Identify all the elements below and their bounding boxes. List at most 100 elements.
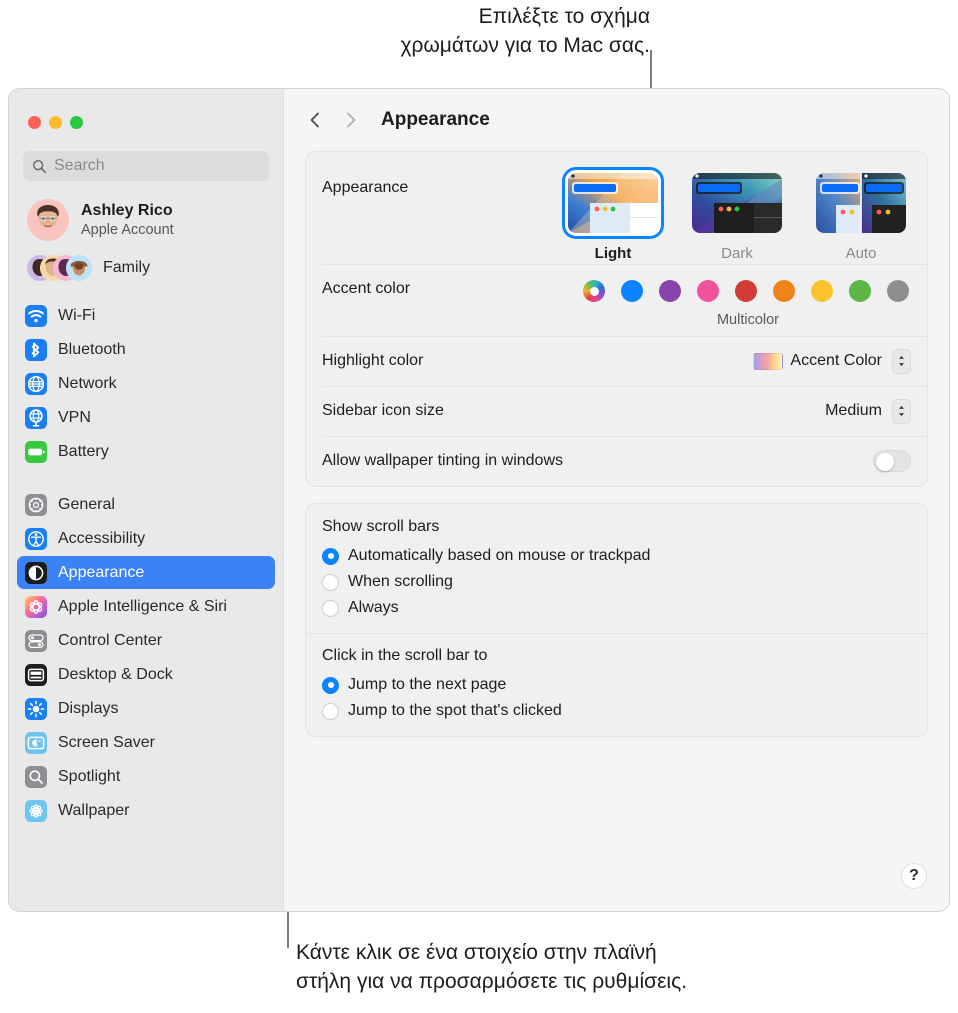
sidebar-item-wifi[interactable]: Wi-Fi xyxy=(17,299,275,332)
radio-label: Automatically based on mouse or trackpad xyxy=(348,547,651,564)
toggle-knob xyxy=(876,452,894,471)
sidebar-item-wallpaper[interactable]: Wallpaper xyxy=(17,794,275,827)
family-label: Family xyxy=(103,259,151,276)
radio-option-jump-to-spot[interactable]: Jump to the spot that's clicked xyxy=(322,698,911,724)
accent-color-row: Accent color Multicolor xyxy=(306,264,927,336)
radio-button[interactable] xyxy=(322,599,339,617)
search-input[interactable]: Search xyxy=(23,151,269,181)
accent-swatch-red[interactable] xyxy=(735,280,757,302)
apple-intelligence-icon xyxy=(25,595,47,618)
radio-button[interactable] xyxy=(322,573,339,591)
account-subtitle: Apple Account xyxy=(81,221,174,238)
radio-option-always[interactable]: Always xyxy=(322,595,911,621)
accent-swatch-pink[interactable] xyxy=(697,280,719,302)
sidebar-item-label: Wi-Fi xyxy=(58,306,96,324)
sidebar-item-bluetooth[interactable]: Bluetooth xyxy=(17,333,275,366)
sidebar-item-control-center[interactable]: Control Center xyxy=(17,624,275,657)
radio-button[interactable] xyxy=(322,547,339,565)
radio-option-when-scrolling[interactable]: When scrolling xyxy=(322,569,911,595)
theme-option-label: Light xyxy=(594,245,632,262)
brightness-icon xyxy=(25,697,47,720)
family-memoji-stack-icon xyxy=(27,253,93,283)
sidebar-item-spotlight[interactable]: Spotlight xyxy=(17,760,275,793)
chevron-updown-icon[interactable] xyxy=(892,348,911,374)
theme-option-dark[interactable]: Dark xyxy=(689,170,785,262)
bluetooth-icon xyxy=(25,338,47,361)
sidebar-item-network[interactable]: Network xyxy=(17,367,275,400)
accent-color-label: Accent color xyxy=(322,280,411,297)
toolbar: Appearance xyxy=(284,89,949,151)
sidebar-item-label: VPN xyxy=(58,408,91,426)
radio-label: Jump to the spot that's clicked xyxy=(348,702,562,719)
wallpaper-tinting-toggle[interactable] xyxy=(873,450,911,472)
sidebar-item-battery[interactable]: Battery xyxy=(17,435,275,468)
sidebar-item-label: Appearance xyxy=(58,563,145,581)
highlight-color-popup[interactable]: Accent Color xyxy=(753,348,911,374)
radio-button[interactable] xyxy=(322,676,339,694)
sidebar-item-screen-saver[interactable]: Screen Saver xyxy=(17,726,275,759)
radio-label: Always xyxy=(348,599,399,616)
wifi-icon xyxy=(25,304,47,327)
callout-text-top: Επιλέξτε το σχήμα χρωμάτων για το Mac σα… xyxy=(400,5,650,57)
chevron-updown-icon[interactable] xyxy=(892,398,911,424)
appearance-contrast-icon xyxy=(25,561,47,584)
accent-swatch-yellow[interactable] xyxy=(811,280,833,302)
theme-option-label: Dark xyxy=(721,245,753,262)
network-globe-icon xyxy=(25,372,47,395)
avatar xyxy=(27,199,69,241)
sidebar-item-apple-intelligence-siri[interactable]: Apple Intelligence & Siri xyxy=(17,590,275,623)
content-pane: Appearance Appearance Light Dark Auto Ac… xyxy=(284,89,949,911)
radio-button[interactable] xyxy=(322,702,339,720)
vpn-globe-icon xyxy=(25,406,47,429)
sidebar-icon-size-row: Sidebar icon size Medium xyxy=(306,386,927,436)
sidebar-item-displays[interactable]: Displays xyxy=(17,692,275,725)
minimize-button[interactable] xyxy=(49,116,62,129)
accent-swatch-multicolor[interactable] xyxy=(583,280,605,302)
appearance-label: Appearance xyxy=(322,179,409,196)
show-scroll-bars-title: Show scroll bars xyxy=(322,518,440,535)
scroll-bar-click-title: Click in the scroll bar to xyxy=(322,647,488,664)
desktop-dock-icon xyxy=(25,663,47,686)
sidebar-item-label: Network xyxy=(58,374,117,392)
sidebar-item-general[interactable]: General xyxy=(17,488,275,521)
dark-theme-thumbnail xyxy=(692,173,782,233)
sidebar-item-label: Displays xyxy=(58,699,119,717)
accent-swatch-purple[interactable] xyxy=(659,280,681,302)
radio-option-jump-next-page[interactable]: Jump to the next page xyxy=(322,672,911,698)
sidebar-icon-size-popup[interactable]: Medium xyxy=(825,398,911,424)
sidebar-item-appearance[interactable]: Appearance xyxy=(17,556,275,589)
scroll-bar-click-section: Click in the scroll bar to Jump to the n… xyxy=(306,633,927,736)
search-icon xyxy=(32,159,47,174)
control-center-icon xyxy=(25,629,47,652)
radio-option-auto-scrollbar[interactable]: Automatically based on mouse or trackpad xyxy=(322,543,911,569)
theme-thumb-wrap xyxy=(689,170,785,236)
sidebar-item-family[interactable]: Family xyxy=(21,249,271,287)
show-scroll-bars-section: Show scroll bars Automatically based on … xyxy=(306,504,927,633)
theme-option-auto[interactable]: Auto xyxy=(813,170,909,262)
callout-text-bottom: Κάντε κλικ σε ένα στοιχείο στην πλαϊνή σ… xyxy=(296,941,688,993)
highlight-color-row: Highlight color Accent Color xyxy=(306,336,927,386)
theme-thumb-wrap xyxy=(565,170,661,236)
sidebar-item-vpn[interactable]: VPN xyxy=(17,401,275,434)
sidebar-item-label: Apple Intelligence & Siri xyxy=(58,597,227,615)
accent-swatch-orange[interactable] xyxy=(773,280,795,302)
auto-theme-thumbnail xyxy=(816,173,906,233)
accent-swatch-blue[interactable] xyxy=(621,280,643,302)
screen-saver-icon xyxy=(25,731,47,754)
page-title: Appearance xyxy=(381,109,490,130)
maximize-button[interactable] xyxy=(70,116,83,129)
apple-account-row[interactable]: Ashley Rico Apple Account xyxy=(21,195,271,245)
sidebar-item-desktop-dock[interactable]: Desktop & Dock xyxy=(17,658,275,691)
theme-option-light[interactable]: Light xyxy=(565,170,661,262)
sidebar-item-label: Control Center xyxy=(58,631,163,649)
accent-swatch-graphite[interactable] xyxy=(887,280,909,302)
accent-swatch-green[interactable] xyxy=(849,280,871,302)
sidebar-item-accessibility[interactable]: Accessibility xyxy=(17,522,275,555)
chevron-left-icon[interactable] xyxy=(304,109,326,131)
sidebar-item-label: Bluetooth xyxy=(58,340,126,358)
help-button[interactable]: ? xyxy=(901,863,927,889)
close-button[interactable] xyxy=(28,116,41,129)
gear-icon xyxy=(25,493,47,516)
sidebar-item-label: Battery xyxy=(58,442,109,460)
chevron-right-icon[interactable] xyxy=(340,109,362,131)
